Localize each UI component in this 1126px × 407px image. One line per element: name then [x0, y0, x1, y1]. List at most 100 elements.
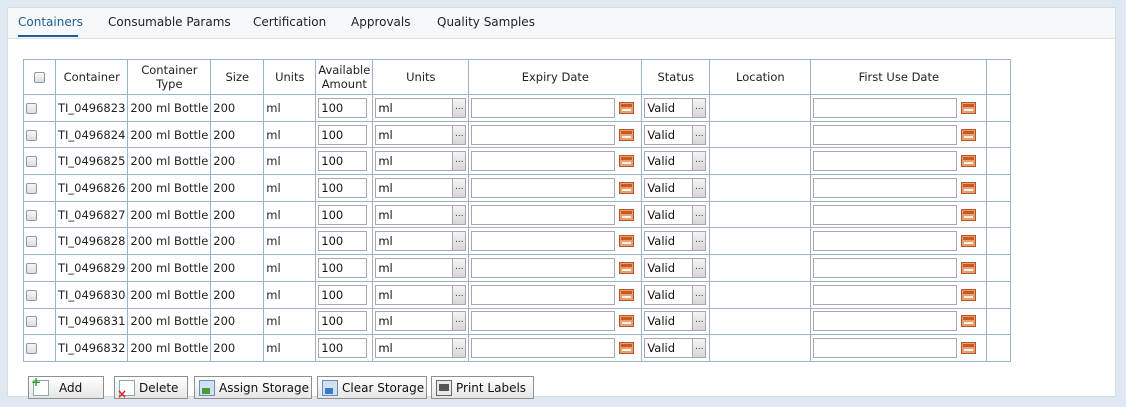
row-checkbox[interactable] [26, 343, 37, 355]
tab-quality-samples[interactable]: Quality Samples [437, 15, 535, 29]
header-location[interactable]: Location [709, 59, 812, 95]
calendar-icon[interactable] [619, 288, 635, 301]
status-input[interactable]: Valid [644, 151, 694, 172]
expiry-date-input[interactable] [471, 284, 616, 305]
status-input[interactable]: Valid [644, 311, 694, 332]
expiry-date-input[interactable] [471, 177, 616, 198]
row-checkbox[interactable] [26, 156, 37, 168]
calendar-icon[interactable] [619, 261, 635, 274]
status-lookup-button[interactable]: ... [693, 97, 707, 118]
status-input[interactable]: Valid [644, 177, 694, 198]
header-units-input[interactable]: Units [372, 59, 470, 95]
available-amount-input[interactable]: 100 [318, 257, 368, 278]
available-amount-input[interactable]: 100 [318, 97, 368, 118]
calendar-icon[interactable] [961, 342, 977, 355]
status-input[interactable]: Valid [644, 97, 694, 118]
header-available-amount[interactable]: Available Amount [315, 59, 374, 95]
row-checkbox[interactable] [26, 102, 37, 114]
first-use-date-input[interactable] [813, 151, 958, 172]
row-select-cell[interactable] [23, 307, 56, 336]
add-button[interactable]: Add [28, 375, 104, 399]
calendar-icon[interactable] [619, 128, 635, 141]
header-units[interactable]: Units [263, 59, 317, 95]
first-use-date-input[interactable] [813, 204, 958, 225]
table-row[interactable]: TI_0496825 200 ml Bottle 200 ml 100 ml... Vali… [23, 147, 1012, 176]
table-row[interactable]: TI_0496829 200 ml Bottle 200 ml 100 ml... Vali… [23, 254, 1012, 282]
calendar-icon[interactable] [961, 101, 977, 114]
available-amount-input[interactable]: 100 [318, 177, 368, 198]
units-input[interactable]: ml [375, 151, 454, 172]
units-lookup-button[interactable]: ... [453, 204, 467, 225]
first-use-date-input[interactable] [813, 284, 958, 305]
expiry-date-input[interactable] [471, 338, 616, 359]
calendar-icon[interactable] [961, 235, 977, 248]
row-select-cell[interactable] [23, 280, 56, 309]
first-use-date-input[interactable] [813, 311, 958, 332]
row-select-cell[interactable] [23, 94, 56, 122]
assign-storage-button[interactable]: Assign Storage [194, 376, 312, 399]
status-input[interactable]: Valid [644, 231, 694, 252]
expiry-date-input[interactable] [471, 124, 616, 145]
units-lookup-button[interactable]: ... [453, 177, 467, 198]
first-use-date-input[interactable] [813, 97, 958, 118]
row-checkbox[interactable] [26, 209, 37, 221]
row-select-cell[interactable] [23, 200, 56, 229]
calendar-icon[interactable] [619, 181, 635, 194]
row-checkbox[interactable] [26, 316, 37, 328]
status-input[interactable]: Valid [644, 204, 694, 225]
available-amount-input[interactable]: 100 [318, 284, 368, 305]
available-amount-input[interactable]: 100 [318, 338, 368, 359]
table-row[interactable]: TI_0496832 200 ml Bottle 200 ml 100 ml... Vali… [23, 334, 1012, 362]
select-all-checkbox[interactable] [34, 72, 45, 83]
print-labels-button[interactable]: Print Labels [431, 376, 534, 399]
units-lookup-button[interactable]: ... [453, 151, 467, 172]
units-input[interactable]: ml [375, 257, 454, 278]
header-container[interactable]: Container [54, 59, 129, 95]
calendar-icon[interactable] [619, 155, 635, 168]
row-select-cell[interactable] [23, 227, 56, 256]
status-lookup-button[interactable]: ... [693, 151, 707, 172]
expiry-date-input[interactable] [471, 97, 616, 118]
table-row[interactable]: TI_0496827 200 ml Bottle 200 ml 100 ml... Vali… [23, 200, 1012, 229]
row-checkbox[interactable] [26, 262, 37, 274]
row-checkbox[interactable] [26, 289, 37, 301]
row-select-cell[interactable] [23, 174, 56, 202]
calendar-icon[interactable] [619, 101, 635, 114]
available-amount-input[interactable]: 100 [318, 124, 368, 145]
calendar-icon[interactable] [961, 208, 977, 221]
calendar-icon[interactable] [619, 315, 635, 328]
tab-certification[interactable]: Certification [253, 15, 326, 29]
status-lookup-button[interactable]: ... [693, 204, 707, 225]
expiry-date-input[interactable] [471, 151, 616, 172]
units-lookup-button[interactable]: ... [453, 257, 467, 278]
units-input[interactable]: ml [375, 311, 454, 332]
table-row[interactable]: TI_0496824 200 ml Bottle 200 ml 100 ml... Vali… [23, 120, 1012, 149]
calendar-icon[interactable] [961, 315, 977, 328]
units-input[interactable]: ml [375, 97, 454, 118]
calendar-icon[interactable] [961, 288, 977, 301]
calendar-icon[interactable] [619, 208, 635, 221]
units-lookup-button[interactable]: ... [453, 124, 467, 145]
delete-button[interactable]: Delete [114, 376, 188, 401]
units-lookup-button[interactable]: ... [453, 338, 467, 359]
available-amount-input[interactable]: 100 [318, 151, 368, 172]
units-lookup-button[interactable]: ... [453, 284, 467, 305]
first-use-date-input[interactable] [813, 124, 958, 145]
units-input[interactable]: ml [375, 177, 454, 198]
row-checkbox[interactable] [26, 129, 37, 141]
expiry-date-input[interactable] [471, 204, 616, 225]
tab-approvals[interactable]: Approvals [351, 15, 411, 29]
first-use-date-input[interactable] [813, 231, 958, 252]
units-input[interactable]: ml [375, 124, 454, 145]
calendar-icon[interactable] [961, 155, 977, 168]
table-row[interactable]: TI_0496831 200 ml Bottle 200 ml 100 ml... Vali… [23, 307, 1012, 336]
table-row[interactable]: TI_0496828 200 ml Bottle 200 ml 100 ml... Vali… [23, 227, 1012, 256]
units-input[interactable]: ml [375, 338, 454, 359]
units-lookup-button[interactable]: ... [453, 311, 467, 332]
status-lookup-button[interactable]: ... [693, 311, 707, 332]
status-input[interactable]: Valid [644, 124, 694, 145]
first-use-date-input[interactable] [813, 338, 958, 359]
units-lookup-button[interactable]: ... [453, 97, 467, 118]
row-select-cell[interactable] [23, 334, 56, 362]
status-lookup-button[interactable]: ... [693, 231, 707, 252]
